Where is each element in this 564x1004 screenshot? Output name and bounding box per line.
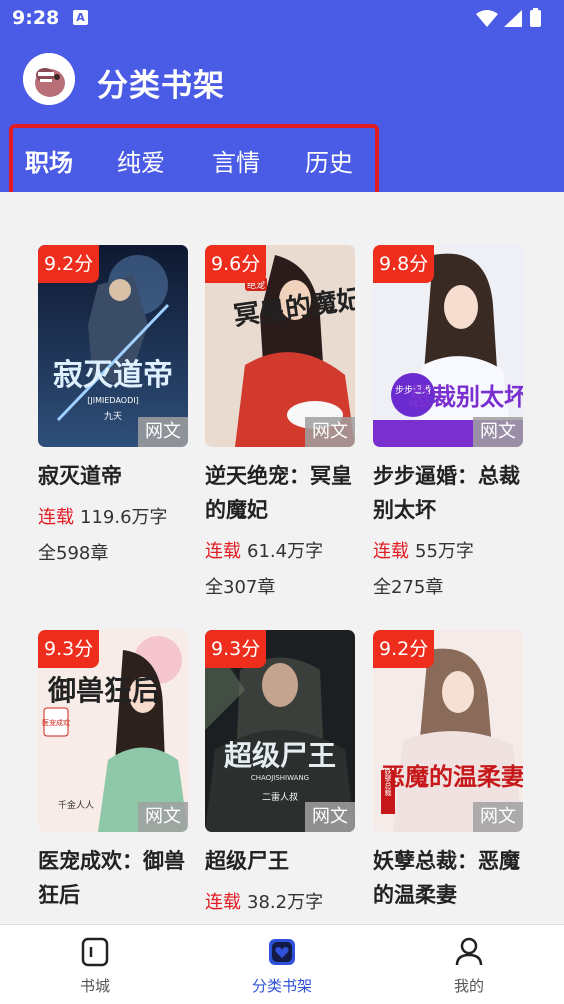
nav-bookshelf[interactable]: 分类书架 — [222, 925, 342, 1004]
bottom-nav: 书城 分类书架 我的 — [0, 924, 564, 1004]
status-time: 9:28 — [12, 7, 60, 29]
book-meta: 连载 119.6万字 — [38, 503, 168, 529]
book-title[interactable]: 寂灭道帝 — [38, 459, 194, 493]
serial-status: 连载 — [205, 541, 241, 562]
chapter-count: 全275章 — [373, 577, 444, 598]
book-cover[interactable]: 寂灭道帝 [JIMIEDAODI] 九天 9.2分 网文 — [38, 245, 188, 447]
svg-text:超级尸王: 超级尸王 — [224, 739, 336, 772]
avatar-mascot-icon — [23, 53, 75, 105]
profile-icon — [455, 937, 483, 966]
svg-text:御兽狂后: 御兽狂后 — [47, 674, 160, 707]
signal-icon — [504, 10, 522, 27]
book-meta: 连载 38.2万字 — [205, 888, 323, 914]
word-count: 38.2万字 — [247, 892, 324, 913]
page-title: 分类书架 — [97, 68, 225, 104]
svg-text:总裁别太坏: 总裁别太坏 — [408, 382, 523, 411]
bookshelf-icon — [269, 939, 295, 965]
bookstore-icon — [81, 937, 109, 967]
wifi-icon — [476, 10, 498, 27]
genre-tag: 网文 — [305, 802, 355, 832]
word-count: 61.4万字 — [247, 541, 324, 562]
score-badge: 9.3分 — [38, 630, 100, 668]
battery-icon — [530, 10, 541, 27]
book-title[interactable]: 医宠成欢：御兽狂后 — [38, 844, 194, 912]
tab-pure-love[interactable]: 纯爱 — [117, 143, 165, 178]
svg-text:二雷人叔: 二雷人叔 — [262, 791, 298, 803]
score-badge: 9.8分 — [373, 245, 435, 283]
genre-tag: 网文 — [138, 802, 188, 832]
tab-romance[interactable]: 言情 — [212, 143, 260, 178]
book-grid: 寂灭道帝 [JIMIEDAODI] 九天 9.2分 网文 寂灭道帝 连载 119.… — [0, 192, 564, 924]
book-cover[interactable]: 御兽狂后 医宠成欢 千金人人 9.3分 网文 — [38, 630, 188, 832]
book-cover[interactable]: 恶魔的温柔妻 妖孽总裁 9.2分 网文 — [373, 630, 523, 832]
svg-text:寂灭道帝: 寂灭道帝 — [53, 358, 173, 393]
svg-text:千金人人: 千金人人 — [58, 799, 94, 811]
genre-tag: 网文 — [473, 417, 523, 447]
nav-label: 分类书架 — [251, 977, 312, 995]
book-title[interactable]: 逆天绝宠：冥皇的魔妃 — [205, 459, 361, 527]
nav-bookstore[interactable]: 书城 — [35, 925, 155, 1004]
svg-text:九天: 九天 — [104, 411, 122, 422]
app-header: 分类书架 职场 纯爱 言情 历史 — [0, 36, 564, 199]
genre-tag: 网文 — [138, 417, 188, 447]
system-status-icons — [476, 8, 541, 27]
book-cover[interactable]: 超级尸王 CHAOJISHIWANG 二雷人叔 9.3分 网文 — [205, 630, 355, 832]
svg-text:[JIMIEDAODI]: [JIMIEDAODI] — [87, 396, 138, 405]
svg-text:恶魔的温柔妻: 恶魔的温柔妻 — [381, 762, 523, 791]
chapter-count: 全598章 — [38, 543, 109, 564]
book-cover[interactable]: 冥皇的魔妃 绝宠 9.6分 网文 — [205, 245, 355, 447]
notification-icon: A — [73, 10, 88, 25]
book-title[interactable]: 步步逼婚：总裁别太坏 — [373, 459, 529, 527]
score-badge: 9.2分 — [38, 245, 100, 283]
book-title[interactable]: 妖孽总裁：恶魔的温柔妻 — [373, 844, 529, 912]
genre-tag: 网文 — [473, 802, 523, 832]
svg-text:妖孽总裁: 妖孽总裁 — [384, 767, 392, 797]
svg-text:医宠成欢: 医宠成欢 — [42, 718, 70, 727]
category-tabs: 职场 纯爱 言情 历史 — [9, 124, 379, 199]
nav-label: 书城 — [79, 977, 110, 995]
nav-profile[interactable]: 我的 — [409, 925, 529, 1004]
word-count: 119.6万字 — [80, 507, 168, 528]
tab-workplace[interactable]: 职场 — [25, 143, 73, 178]
chapter-count: 全307章 — [205, 577, 276, 598]
nav-label: 我的 — [453, 977, 484, 995]
genre-tag: 网文 — [305, 417, 355, 447]
book-meta: 连载 55万字 — [373, 537, 474, 563]
word-count: 55万字 — [415, 541, 474, 562]
score-badge: 9.3分 — [205, 630, 267, 668]
avatar[interactable] — [23, 53, 75, 105]
book-meta: 连载 61.4万字 — [205, 537, 323, 563]
score-badge: 9.6分 — [205, 245, 267, 283]
tab-history[interactable]: 历史 — [305, 143, 353, 178]
serial-status: 连载 — [38, 507, 74, 528]
book-cover[interactable]: 步步逼婚 总裁别太坏 9.8分 网文 — [373, 245, 523, 447]
score-badge: 9.2分 — [373, 630, 435, 668]
svg-text:CHAOJISHIWANG: CHAOJISHIWANG — [251, 774, 309, 782]
serial-status: 连载 — [373, 541, 409, 562]
book-title[interactable]: 超级尸王 — [205, 844, 361, 878]
serial-status: 连载 — [205, 892, 241, 913]
status-bar: 9:28 A — [0, 0, 564, 36]
